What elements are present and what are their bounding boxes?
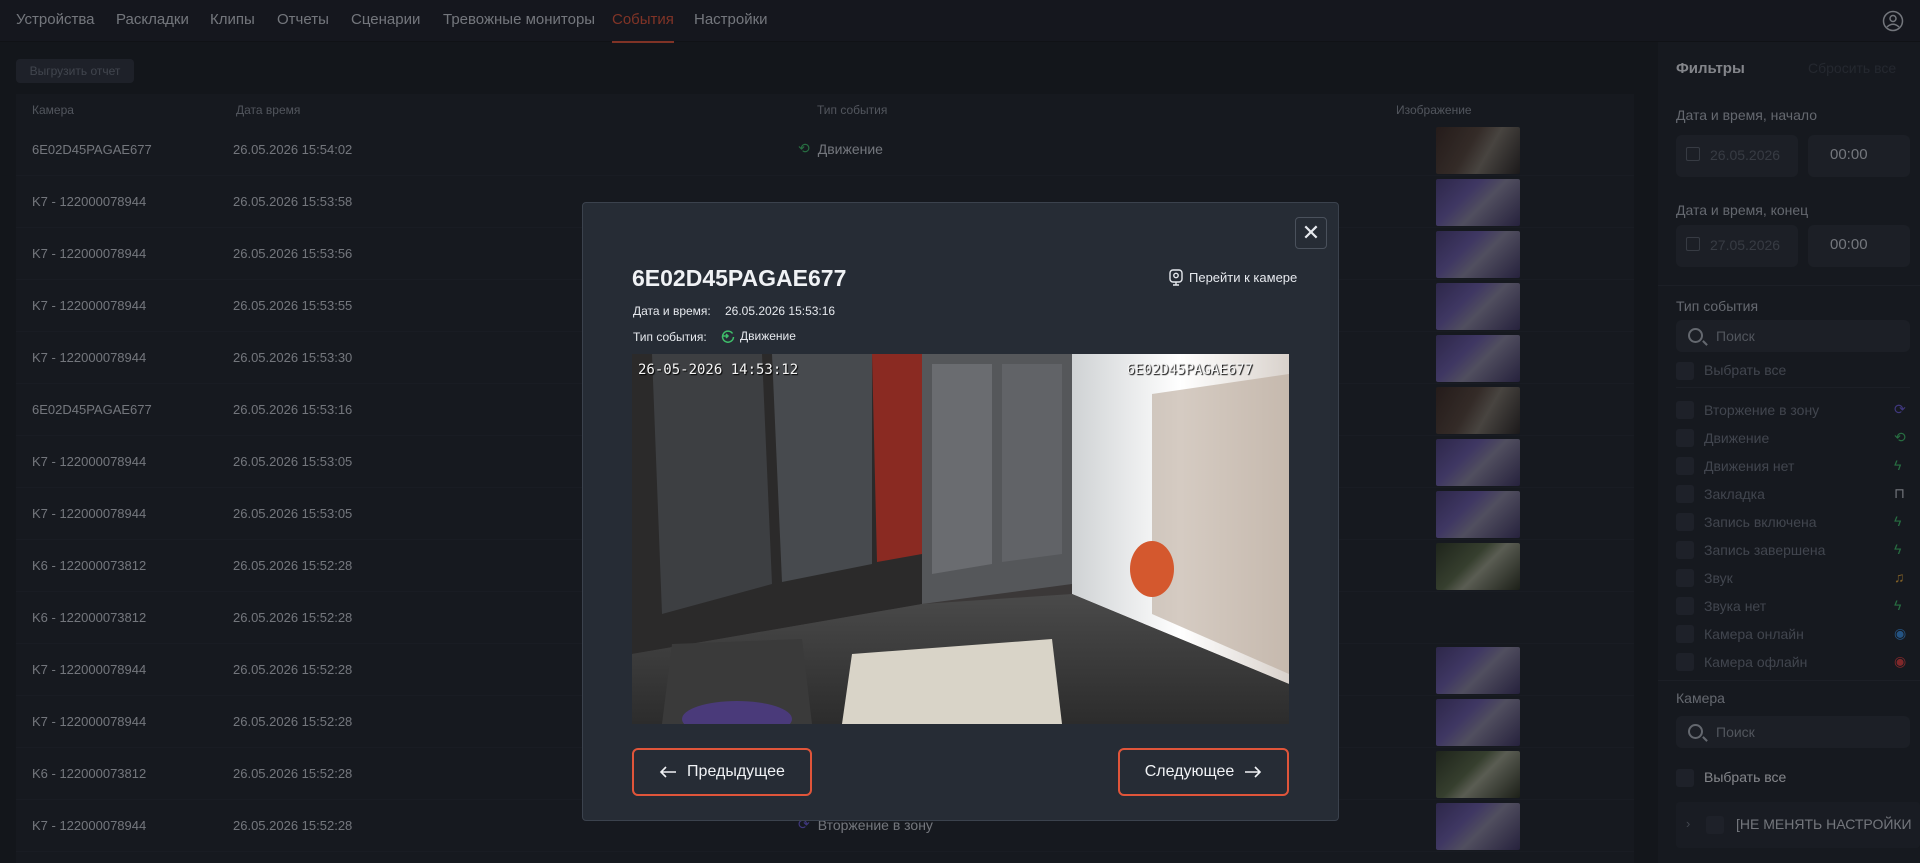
modal-camera-title: 6E02D45PAGAE677 <box>632 265 847 291</box>
modal-event-type-value: Движение <box>721 329 796 343</box>
arrow-right-icon <box>1245 766 1262 778</box>
go-to-camera-button[interactable]: Перейти к камере <box>1169 269 1297 286</box>
modal-event-type-label: Тип события: <box>633 330 707 344</box>
next-event-button[interactable]: Следующее <box>1118 748 1289 796</box>
modal-datetime-label: Дата и время: <box>633 304 711 318</box>
previous-event-button[interactable]: Предыдущее <box>632 748 812 796</box>
modal-event-type-text: Движение <box>740 329 796 343</box>
next-event-label: Следующее <box>1144 763 1235 780</box>
frame-camera-id-overlay: 6E02D45PAGAE677 <box>1126 362 1253 378</box>
event-snapshot-image: 26-05-2026 14:53:12 6E02D45PAGAE677 <box>632 354 1289 724</box>
arrow-left-icon <box>659 766 677 778</box>
event-details-modal: ✕ 6E02D45PAGAE677 Перейти к камере Дата … <box>582 202 1339 821</box>
close-modal-button[interactable]: ✕ <box>1295 217 1327 249</box>
motion-icon <box>721 330 735 343</box>
previous-event-label: Предыдущее <box>687 763 785 780</box>
camera-icon <box>1169 269 1183 286</box>
modal-datetime-row: Дата и время: 26.05.2026 15:53:16 <box>633 304 835 318</box>
frame-timestamp-overlay: 26-05-2026 14:53:12 <box>638 362 799 378</box>
modal-datetime-value: 26.05.2026 15:53:16 <box>725 304 836 318</box>
modal-event-type-row: Тип события: Движение <box>633 329 796 344</box>
go-to-camera-label: Перейти к камере <box>1189 270 1298 285</box>
camera-frame-illustration <box>632 354 1289 724</box>
